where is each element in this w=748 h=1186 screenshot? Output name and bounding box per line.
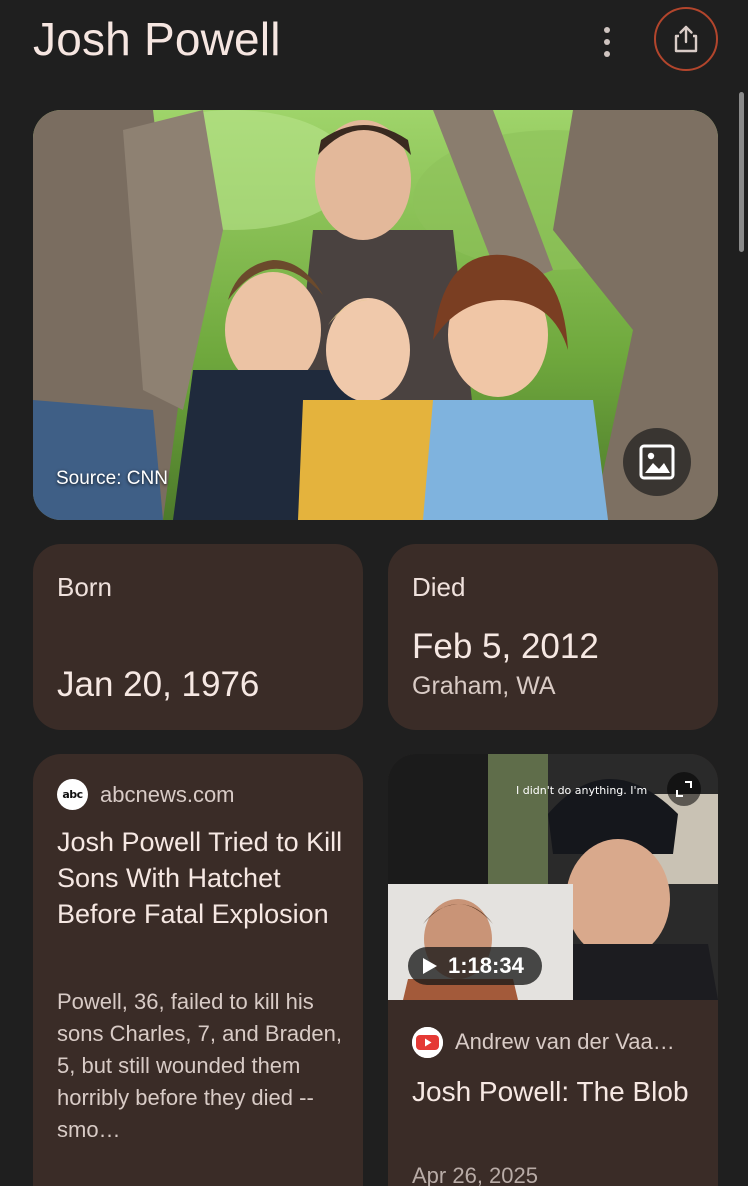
scrollbar[interactable] <box>739 92 744 252</box>
share-button[interactable] <box>654 7 718 71</box>
expand-icon <box>676 781 692 797</box>
news-source: abcnews.com <box>100 782 235 807</box>
video-date: Apr 26, 2025 <box>412 1163 538 1186</box>
image-icon <box>639 444 675 480</box>
born-label: Born <box>57 572 112 602</box>
video-channel: Andrew van der Vaa… <box>455 1029 675 1054</box>
died-card[interactable]: Died Feb 5, 2012 Graham, WA <box>388 544 718 730</box>
image-source: Source: CNN <box>56 468 168 489</box>
play-icon <box>423 958 437 974</box>
youtube-icon <box>412 1027 443 1058</box>
news-card[interactable]: abc abcnews.com Josh Powell Tried to Kil… <box>33 754 363 1186</box>
page-title: Josh Powell <box>33 13 281 65</box>
family-photo <box>33 110 718 520</box>
video-thumbnail[interactable]: I didn't do anything. I'm 1:18:34 <box>388 754 718 1000</box>
died-date: Feb 5, 2012 <box>412 627 599 666</box>
born-card[interactable]: Born Jan 20, 1976 <box>33 544 363 730</box>
video-duration: 1:18:34 <box>448 953 524 978</box>
expand-video-button[interactable] <box>667 772 701 806</box>
svg-text:I didn't do anything. I'm: I didn't do anything. I'm <box>516 784 647 797</box>
video-card[interactable]: I didn't do anything. I'm 1:18:34 Andrew… <box>388 754 718 1186</box>
born-date: Jan 20, 1976 <box>57 665 260 704</box>
image-viewer-button[interactable] <box>623 428 691 496</box>
hero-image[interactable]: Source: CNN <box>33 110 718 520</box>
header: Josh Powell <box>0 0 748 90</box>
abc-news-logo-icon: abc <box>57 779 88 810</box>
news-snippet: Powell, 36, failed to kill his sons Char… <box>57 989 342 1142</box>
news-title[interactable]: Josh Powell Tried to Kill Sons With Hatc… <box>57 824 347 932</box>
died-place: Graham, WA <box>412 672 556 700</box>
died-label: Died <box>412 572 466 602</box>
video-duration-badge: 1:18:34 <box>408 947 542 985</box>
more-options-button[interactable] <box>590 22 624 62</box>
share-icon <box>674 25 698 53</box>
more-vert-icon <box>604 27 610 33</box>
video-title[interactable]: Josh Powell: The Blob <box>412 1073 702 1111</box>
